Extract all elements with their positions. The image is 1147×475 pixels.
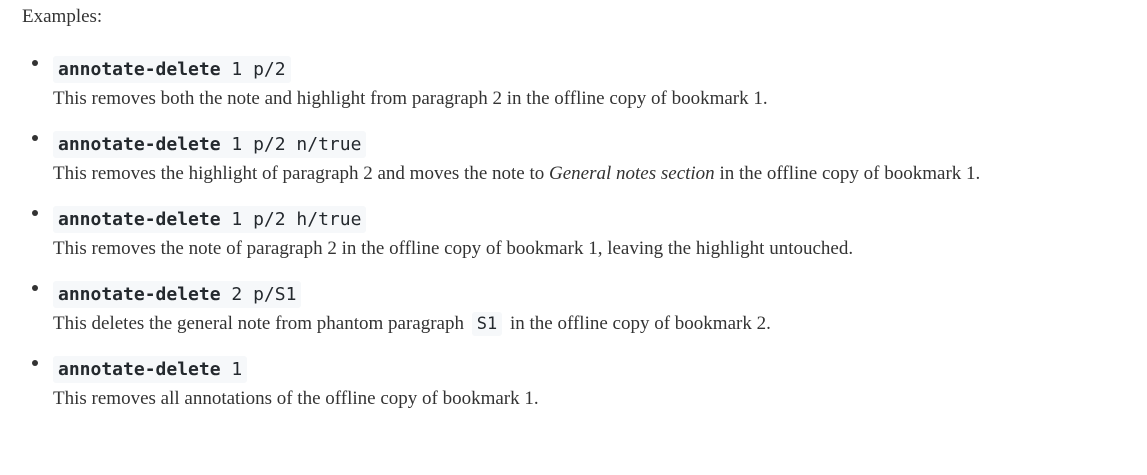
command-args: 1 p/2 n/true — [220, 133, 362, 155]
example-description: This removes all annotations of the offl… — [53, 387, 1147, 411]
bullet-icon — [32, 135, 38, 141]
bullet-icon — [32, 285, 38, 291]
command-line: annotate-delete 2 p/S1 — [53, 279, 1147, 309]
command-line: annotate-delete 1 p/2 h/true — [53, 204, 1147, 234]
examples-list: annotate-delete 1 p/2 This removes both … — [22, 54, 1147, 411]
command-name: annotate-delete — [58, 58, 221, 80]
description-text-after: in the offline copy of bookmark 1. — [714, 163, 981, 184]
example-item: annotate-delete 2 p/S1 This deletes the … — [32, 279, 1147, 336]
command-name: annotate-delete — [58, 358, 221, 380]
command-code: annotate-delete 1 p/2 n/true — [53, 130, 367, 158]
command-args: 1 p/2 — [220, 58, 286, 80]
description-text: This deletes the general note from phant… — [53, 313, 469, 334]
command-code: annotate-delete 1 — [53, 355, 248, 383]
description-text: This removes the highlight of paragraph … — [53, 163, 549, 184]
document-content: Examples: annotate-delete 1 p/2 This rem… — [0, 0, 1147, 411]
command-code: annotate-delete 1 p/2 h/true — [53, 205, 367, 233]
example-item: annotate-delete 1 p/2 This removes both … — [32, 54, 1147, 111]
command-code: annotate-delete 1 p/2 — [53, 55, 291, 83]
command-line: annotate-delete 1 p/2 — [53, 54, 1147, 84]
command-args: 1 p/2 h/true — [220, 208, 362, 230]
example-description: This removes both the note and highlight… — [53, 87, 1147, 111]
command-line: annotate-delete 1 — [53, 354, 1147, 384]
command-args: 1 — [220, 358, 243, 380]
command-name: annotate-delete — [58, 283, 221, 305]
example-item: annotate-delete 1 p/2 h/true This remove… — [32, 204, 1147, 261]
command-name: annotate-delete — [58, 208, 221, 230]
description-text: This removes the note of paragraph 2 in … — [53, 238, 854, 259]
bullet-icon — [32, 60, 38, 66]
description-emphasis: General notes section — [549, 163, 715, 184]
description-text: This removes both the note and highlight… — [53, 88, 768, 109]
example-item: annotate-delete 1 This removes all annot… — [32, 354, 1147, 411]
example-description: This deletes the general note from phant… — [53, 312, 1147, 336]
example-item: annotate-delete 1 p/2 n/true This remove… — [32, 129, 1147, 186]
command-args: 2 p/S1 — [220, 283, 297, 305]
command-code: annotate-delete 2 p/S1 — [53, 280, 302, 308]
command-name: annotate-delete — [58, 133, 221, 155]
bullet-icon — [32, 210, 38, 216]
example-description: This removes the note of paragraph 2 in … — [53, 237, 1147, 261]
description-text-after: in the offline copy of bookmark 2. — [505, 313, 771, 334]
bullet-icon — [32, 360, 38, 366]
example-description: This removes the highlight of paragraph … — [53, 162, 1147, 186]
command-line: annotate-delete 1 p/2 n/true — [53, 129, 1147, 159]
description-text: This removes all annotations of the offl… — [53, 388, 539, 409]
inline-code: S1 — [471, 312, 503, 336]
examples-heading: Examples: — [22, 6, 103, 27]
